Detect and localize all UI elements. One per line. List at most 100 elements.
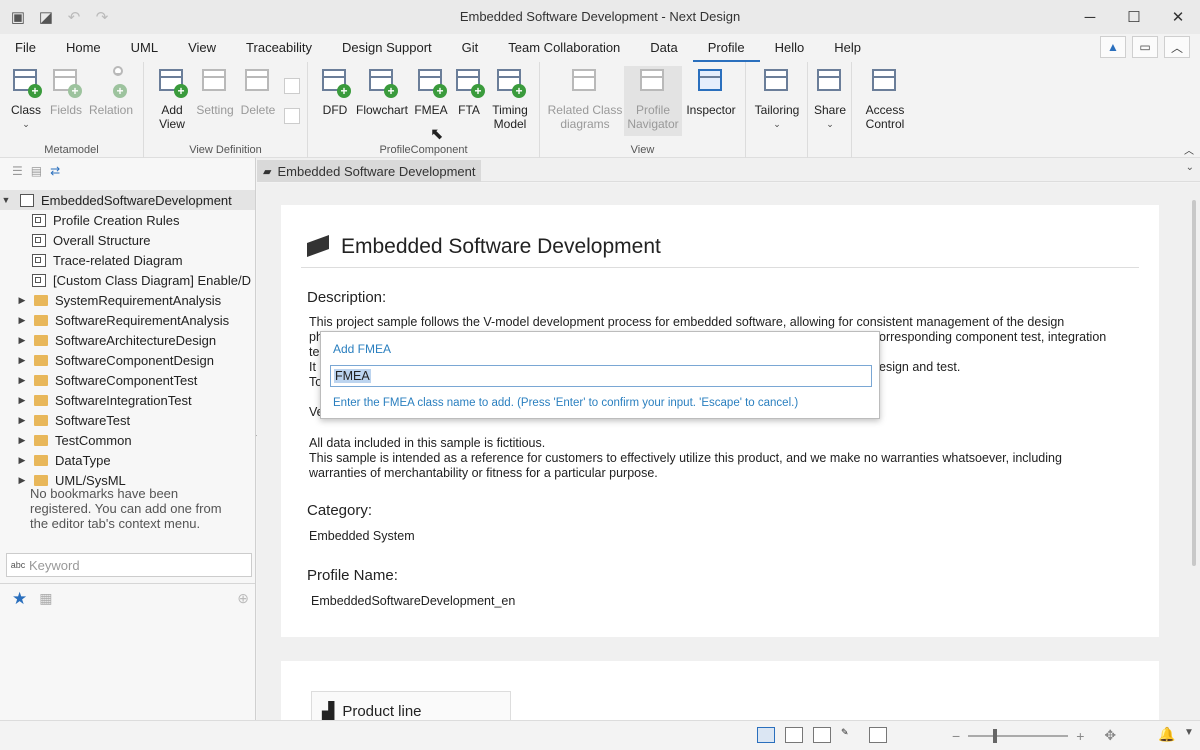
ribbon: + Class ⌄ + Fields + Relation Metamodel +… [0,62,1200,158]
delete-button[interactable]: Delete [238,66,278,117]
fit-icon[interactable]: ✥ [1104,727,1116,744]
add-view-button[interactable]: + Add View [153,66,191,131]
scroll-down-icon[interactable]: ▼ [1184,727,1194,738]
zoom-control[interactable]: − + ✥ [952,727,1116,744]
tree-folder-item[interactable]: ▶ SoftwareTest [0,410,255,430]
editor-scrollbar[interactable] [1192,200,1196,566]
small-paste-icon[interactable] [284,108,300,124]
profile-navigator-button[interactable]: Profile Navigator [624,66,682,136]
tree-folder-item[interactable]: ▶ SoftwareRequirementAnalysis [0,310,255,330]
maximize-button[interactable]: ☐ [1112,0,1156,34]
menu-view[interactable]: View [173,34,231,62]
pin-icon[interactable]: ✎ [841,727,859,743]
description-line: This project sample follows the V-model … [309,315,1065,329]
account-icon[interactable]: ▲ [1100,36,1126,58]
redo-icon[interactable]: ↷ [90,5,114,29]
tab-list-dropdown-icon[interactable]: ⌄ [1186,162,1194,173]
tree-folder-item[interactable]: ▶ SoftwareArchitectureDesign [0,330,255,350]
tree-diagram-item[interactable]: [Custom Class Diagram] Enable/D [0,270,255,290]
expand-arrow-icon[interactable]: ▶ [16,475,28,486]
expand-arrow-icon[interactable]: ▶ [16,315,28,326]
zoom-out-icon[interactable]: − [952,728,960,744]
layout-horizontal-icon[interactable] [785,727,803,743]
save-icon[interactable]: ▣ [6,5,30,29]
description-line: This sample is intended as a reference f… [309,451,1062,465]
menu-uml[interactable]: UML [116,34,173,62]
tree-folder-item[interactable]: ▶ SystemRequirementAnalysis [0,290,255,310]
group-label-metamodel: Metamodel [44,144,99,156]
tree-copy-icon[interactable]: ▤ [31,164,42,178]
open-icon[interactable]: ◪ [34,5,58,29]
tree-diagram-item[interactable]: Overall Structure [0,230,255,250]
share-button[interactable]: Share ⌄ [812,66,848,131]
layout-vertical-icon[interactable] [813,727,831,743]
expand-arrow-icon[interactable]: ▶ [16,395,28,406]
tree-folder-item[interactable]: ▶ SoftwareIntegrationTest [0,390,255,410]
inspector-button[interactable]: Inspector [684,66,738,117]
timing-model-button[interactable]: + Timing Model [488,66,532,131]
setting-button[interactable]: Setting [194,66,236,117]
zoom-slider[interactable] [968,728,1069,743]
expand-arrow-icon[interactable]: ▶ [16,295,28,306]
window-icon[interactable] [869,727,887,743]
keyword-search[interactable]: abc Keyword [6,553,252,577]
flowchart-button[interactable]: + Flowchart [356,66,408,117]
fmea-button[interactable]: + FMEA [412,66,450,117]
expand-arrow-icon[interactable]: ▶ [16,455,28,466]
briefcase-icon[interactable]: ▦ [39,590,52,607]
expand-arrow-icon[interactable]: ▶ [16,435,28,446]
tree-expand-icon[interactable]: ☰ [12,164,23,178]
expand-arrow-icon[interactable]: ▶ [16,335,28,346]
menu-data[interactable]: Data [635,34,692,62]
fta-button[interactable]: + FTA [452,66,486,117]
tree-diagram-item[interactable]: Trace-related Diagram [0,250,255,270]
expand-arrow-icon[interactable]: ▶ [16,375,28,386]
small-copy-icon[interactable] [284,78,300,94]
access-control-button[interactable]: Access Control [858,66,912,131]
menu-design-support[interactable]: Design Support [327,34,447,62]
tree-sync-icon[interactable]: ⇄ [50,164,60,178]
class-name-input[interactable]: FMEA [330,365,872,387]
menu-profile[interactable]: Profile [692,34,760,62]
class-name-value: FMEA [334,369,371,383]
zoom-in-icon[interactable]: + [1076,728,1084,744]
undo-icon[interactable]: ↶ [62,5,86,29]
tree-folder-item[interactable]: ▶ DataType [0,450,255,470]
class-button[interactable]: + Class ⌄ [8,66,44,131]
tree-diagram-item[interactable]: Profile Creation Rules [0,210,255,230]
expand-arrow-icon[interactable]: ▶ [16,415,28,426]
dfd-button[interactable]: + DFD [318,66,352,117]
expand-arrow-icon[interactable]: ▶ [16,355,28,366]
add-bookmark-icon[interactable]: ⊕ [237,590,249,607]
tree-folder-item[interactable]: ▶ SoftwareComponentTest [0,370,255,390]
tree-folder-item[interactable]: ▶ TestCommon [0,430,255,450]
tree-root[interactable]: ▼ EmbeddedSoftwareDevelopment [0,190,255,210]
editor-tab[interactable]: ▰ Embedded Software Development [257,160,482,182]
star-icon[interactable]: ★ [12,589,27,609]
tailoring-button[interactable]: Tailoring ⌄ [752,66,802,131]
minimize-button[interactable]: ─ [1068,0,1112,34]
menu-traceability[interactable]: Traceability [231,34,327,62]
menu-file[interactable]: File [0,34,51,62]
menu-team-collaboration[interactable]: Team Collaboration [493,34,635,62]
tree-folder-item[interactable]: ▶ SoftwareComponentDesign [0,350,255,370]
menu-hello[interactable]: Hello [760,34,820,62]
collapse-ribbon-icon[interactable]: ︿ [1184,142,1194,157]
folder-icon [34,294,48,306]
diagram-icon [32,233,46,247]
menu-home[interactable]: Home [51,34,116,62]
relation-button[interactable]: + Relation [88,66,134,117]
close-button[interactable]: ✕ [1156,0,1200,34]
comment-icon[interactable]: ▭ [1132,36,1158,58]
notification-bell-icon[interactable]: 🔔 [1158,726,1175,743]
menu-git[interactable]: Git [447,34,494,62]
zoom-thumb[interactable] [993,728,998,743]
layout-single-icon[interactable] [757,727,775,743]
collapse-icon[interactable]: ︿ [1164,36,1190,58]
expand-arrow-icon[interactable]: ▼ [0,195,12,205]
related-class-diagrams-button[interactable]: Related Class diagrams [546,66,624,131]
product-line-button[interactable]: ▟ Product line [311,691,511,720]
folder-icon [34,334,48,346]
menu-help[interactable]: Help [819,34,876,62]
fields-button[interactable]: + Fields [48,66,84,117]
